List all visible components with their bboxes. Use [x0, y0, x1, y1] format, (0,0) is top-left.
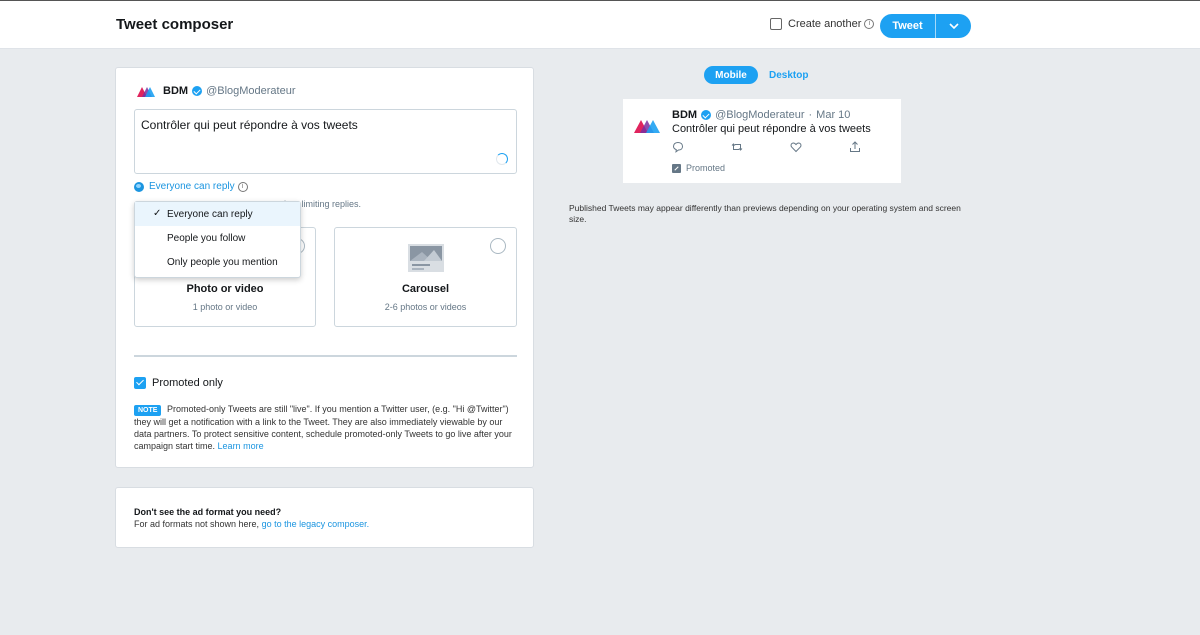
chevron-down-icon — [948, 23, 959, 29]
reply-option-label: Everyone can reply — [167, 208, 253, 220]
reply-icon — [672, 141, 684, 153]
bdm-logo-icon — [137, 87, 155, 97]
section-divider — [134, 355, 517, 357]
preview-text: Contrôler qui peut répondre à vos tweets — [672, 123, 871, 135]
heart-icon — [790, 142, 802, 153]
composer-card: BDM @BlogModerateur Contrôler qui peut r… — [115, 67, 534, 468]
reply-setting-button[interactable]: Everyone can reply i — [134, 181, 248, 192]
verified-badge-icon — [192, 86, 203, 96]
note-badge: NOTE — [134, 405, 162, 416]
tweet-button-group: Tweet — [880, 14, 971, 38]
tab-desktop[interactable]: Desktop — [769, 70, 808, 81]
create-another-label: Create another — [788, 18, 862, 30]
reply-option-label: People you follow — [167, 232, 246, 244]
preview-header: BDM @BlogModerateur · Mar 10 — [672, 109, 850, 121]
promoted-icon — [672, 163, 681, 173]
top-bar: Tweet composer Create another i Tweet — [0, 0, 1200, 49]
format-title: Photo or video — [186, 283, 264, 295]
tweet-options-button[interactable] — [936, 14, 971, 38]
account-handle: @BlogModerateur — [206, 85, 296, 97]
info-icon[interactable]: i — [864, 19, 875, 29]
reply-option-everyone[interactable]: ✓ Everyone can reply — [135, 202, 300, 226]
preview-date: Mar 10 — [816, 109, 851, 121]
tab-mobile[interactable]: Mobile — [704, 66, 758, 84]
reply-option-label: Only people you mention — [167, 256, 278, 268]
create-another-option[interactable]: Create another i — [770, 18, 875, 30]
preview-promoted: Promoted — [672, 163, 725, 173]
legacy-text-row: For ad formats not shown here, go to the… — [134, 519, 369, 529]
tweet-text-value: Contrôler qui peut répondre à vos tweets — [141, 118, 358, 132]
carousel-icon — [408, 244, 444, 272]
legacy-text: For ad formats not shown here, — [134, 519, 260, 529]
format-radio[interactable] — [490, 238, 506, 254]
page-title: Tweet composer — [116, 16, 234, 33]
promoted-only-checkbox[interactable] — [134, 377, 146, 389]
learn-more-link[interactable]: Learn more — [218, 441, 264, 451]
tweet-button[interactable]: Tweet — [880, 14, 935, 38]
promoted-only-label: Promoted only — [152, 377, 223, 389]
reply-options-dropdown: ✓ Everyone can reply People you follow O… — [134, 201, 301, 278]
preview-actions — [672, 141, 862, 153]
promoted-only-option[interactable]: Promoted only — [134, 377, 223, 389]
globe-icon — [134, 181, 144, 192]
legacy-title: Don't see the ad format you need? — [134, 507, 282, 517]
verified-badge-icon — [701, 110, 712, 120]
promoted-label: Promoted — [686, 163, 726, 173]
preview-name: BDM — [672, 109, 698, 121]
account-name: BDM — [163, 85, 189, 97]
legacy-card: Don't see the ad format you need? For ad… — [115, 487, 534, 548]
create-another-checkbox[interactable] — [770, 18, 782, 30]
share-icon — [850, 141, 860, 152]
retweet-icon — [731, 143, 743, 151]
preview-toggle: Mobile Desktop — [704, 66, 808, 84]
format-carousel[interactable]: Carousel 2-6 photos or videos — [334, 227, 517, 327]
tweet-text-input[interactable]: Contrôler qui peut répondre à vos tweets — [134, 109, 517, 174]
promoted-note: NOTE Promoted-only Tweets are still "liv… — [134, 403, 516, 452]
reply-option-people-you-follow[interactable]: People you follow — [135, 226, 300, 250]
format-subtitle: 1 photo or video — [192, 302, 258, 312]
reply-setting-label: Everyone can reply — [149, 181, 235, 192]
info-icon[interactable]: i — [237, 181, 248, 192]
reply-option-only-mentioned[interactable]: Only people you mention — [135, 250, 300, 274]
account-row: BDM @BlogModerateur — [137, 85, 296, 97]
preview-disclaimer: Published Tweets may appear differently … — [569, 203, 961, 224]
character-count-ring-icon — [496, 153, 508, 165]
preview-separator: · — [808, 109, 813, 121]
check-icon: ✓ — [153, 208, 162, 219]
note-text: Promoted-only Tweets are still "live". I… — [134, 404, 512, 451]
legacy-composer-link[interactable]: go to the legacy composer. — [262, 519, 370, 529]
format-title: Carousel — [401, 283, 450, 295]
format-subtitle: 2-6 photos or videos — [384, 302, 467, 312]
tweet-preview: BDM @BlogModerateur · Mar 10 Contrôler q… — [623, 99, 901, 183]
bdm-logo-icon — [634, 120, 660, 133]
preview-handle: @BlogModerateur — [715, 109, 805, 121]
